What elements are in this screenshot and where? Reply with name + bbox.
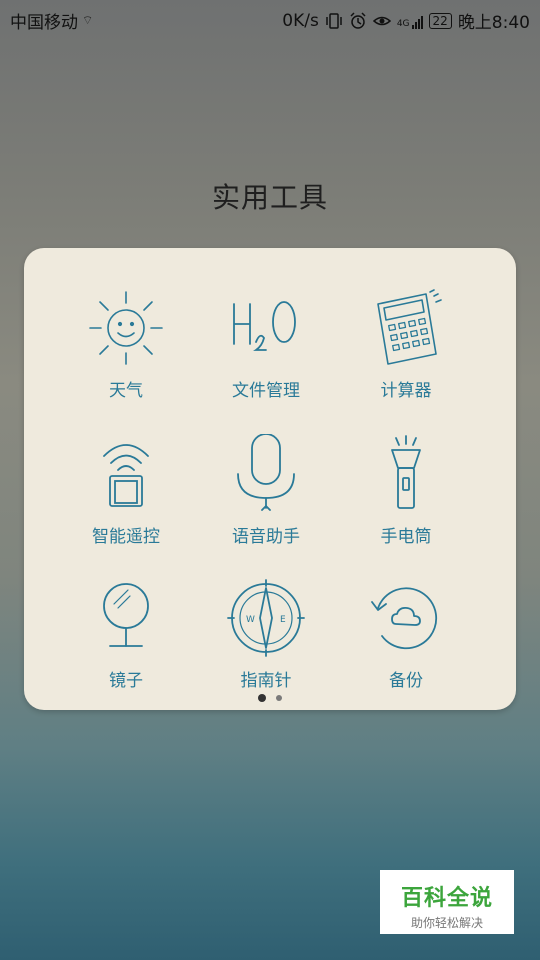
app-weather[interactable]: 天气 bbox=[56, 288, 196, 401]
backup-icon bbox=[371, 587, 438, 650]
compass-icon: W E bbox=[227, 579, 305, 657]
app-backup[interactable]: 备份 bbox=[336, 578, 476, 691]
vibrate-icon bbox=[325, 12, 343, 30]
battery-indicator: 22 bbox=[428, 12, 452, 29]
page-indicator bbox=[0, 694, 540, 702]
app-flashlight[interactable]: 手电筒 bbox=[336, 434, 476, 547]
sun-icon bbox=[89, 291, 163, 365]
compass-west-glyph: W bbox=[246, 615, 255, 625]
mirror-icon bbox=[103, 583, 149, 647]
app-label-smart-remote: 智能遥控 bbox=[92, 527, 160, 547]
app-mirror[interactable]: 镜子 bbox=[56, 578, 196, 691]
app-compass[interactable]: W E 指南针 bbox=[196, 578, 336, 691]
app-file-manager[interactable]: 文件管理 bbox=[196, 288, 336, 401]
microphone-icon bbox=[237, 434, 295, 511]
alarm-icon bbox=[349, 11, 367, 30]
watermark-badge: 百科全说 助你轻松解决 bbox=[380, 870, 514, 934]
folder-panel: 天气 文件管理 计算器 智能遥控 语音助手 手电筒 镜子 W E 指南针 备份 bbox=[24, 248, 516, 710]
app-label-mirror: 镜子 bbox=[109, 671, 143, 691]
signal-icon: ⌔ bbox=[82, 13, 94, 27]
compass-east-glyph: E bbox=[280, 615, 286, 625]
network-type: 4G bbox=[396, 18, 410, 29]
eye-icon bbox=[372, 12, 391, 30]
page-dot-inactive[interactable] bbox=[276, 695, 282, 701]
app-label-voice-assistant: 语音助手 bbox=[232, 527, 300, 547]
flashlight-icon bbox=[391, 435, 421, 509]
status-bar: 中国移动 ⌔ 0K/s 4G 22 晚上8:40 bbox=[0, 0, 540, 36]
app-smart-remote[interactable]: 智能遥控 bbox=[56, 434, 196, 547]
watermark-title: 百科全说 bbox=[400, 886, 493, 911]
h2o-icon bbox=[233, 301, 296, 351]
calculator-icon bbox=[377, 289, 442, 365]
carrier-label: 中国移动 bbox=[10, 13, 78, 33]
app-label-compass: 指南针 bbox=[240, 671, 292, 691]
app-voice-assistant[interactable]: 语音助手 bbox=[196, 434, 336, 547]
app-calculator[interactable]: 计算器 bbox=[336, 288, 476, 401]
app-label-backup: 备份 bbox=[389, 671, 423, 691]
app-label-calculator: 计算器 bbox=[380, 381, 432, 401]
page-dot-active[interactable] bbox=[258, 694, 266, 702]
app-label-weather: 天气 bbox=[109, 381, 143, 401]
remote-control-icon bbox=[103, 444, 149, 507]
net-speed: 0K/s bbox=[282, 10, 319, 31]
clock: 晚上8:40 bbox=[457, 13, 530, 33]
folder-title: 实用工具 bbox=[211, 181, 328, 214]
app-label-file-manager: 文件管理 bbox=[232, 381, 300, 401]
app-label-flashlight: 手电筒 bbox=[380, 527, 432, 547]
watermark-subtitle: 助你轻松解决 bbox=[410, 916, 483, 930]
network-signal-icon: 4G bbox=[397, 13, 423, 29]
